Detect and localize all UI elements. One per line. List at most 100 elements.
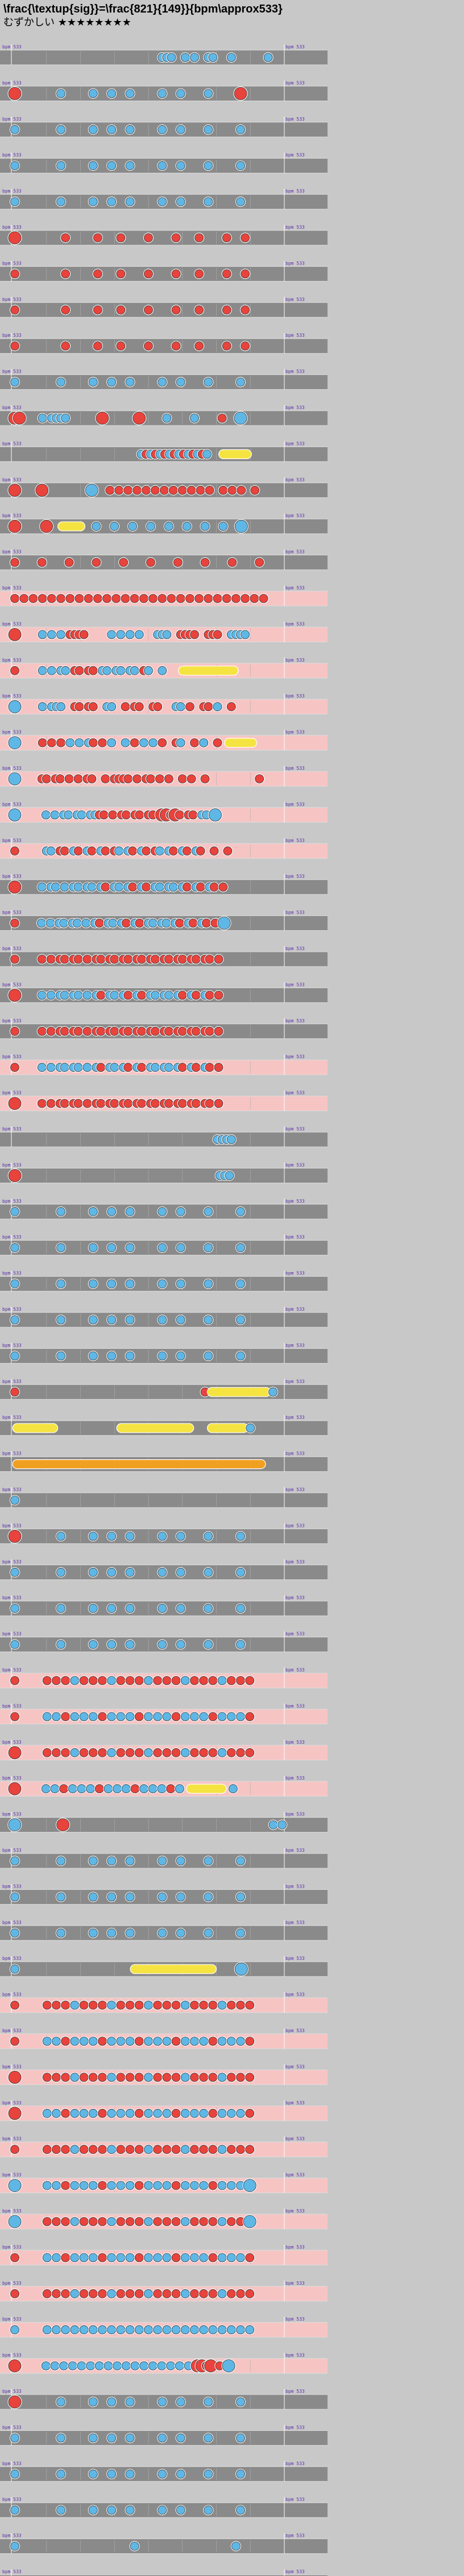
don-note [74,666,84,675]
ka-note [37,918,46,928]
don-note [73,774,83,783]
don-note [134,2000,144,2010]
don-note [61,2108,71,2118]
ka-note [82,990,92,1000]
don-note [52,2073,61,2082]
ka-note [56,2397,65,2406]
measure-label: bpm 533 [2,1559,22,1564]
don-note [177,990,187,1000]
ka-note [199,2325,209,2335]
don-note [153,2289,163,2298]
ka-note [204,1856,213,1865]
don-note [188,810,198,820]
ka-note [107,2145,117,2154]
ka-note [202,449,212,459]
ka-note [56,1279,65,1289]
don-note [79,2217,89,2226]
don-note [227,485,237,495]
don-note [213,630,222,639]
measure-number-label: bpm 533 [285,1667,305,1673]
don-note [191,990,201,1000]
ka-note [77,1784,86,1794]
measure-label: bpm 533 [2,2317,22,2322]
ka-note [110,1063,119,1072]
don-note [164,1026,173,1036]
ka-note [162,414,172,423]
measure-label: bpm 533 [2,658,22,663]
ka-note [107,1676,117,1685]
measure-label: bpm 533 [2,2208,22,2214]
ka-note [56,1604,65,1613]
drumroll-note [206,1423,248,1433]
don-note [125,2000,135,2010]
ka-note [37,882,47,892]
don-note [171,233,181,242]
don-note [38,594,47,603]
ka-note [70,2073,80,2082]
ka-note [125,1207,135,1216]
measure-number-label: bpm 533 [285,44,305,49]
measure-label: bpm 533 [2,2281,22,2286]
ka-note [88,2505,98,2515]
don-note [88,2000,98,2010]
measure-number-label: bpm 533 [285,1162,305,1167]
ka-note [56,377,65,387]
ka-note [236,2325,245,2335]
big-don-note [8,2107,22,2120]
ka-note [158,125,167,134]
ka-note [176,197,185,207]
don-note [191,955,201,964]
measure-label: bpm 533 [2,2569,22,2574]
ka-note [217,2000,227,2010]
big-don-note [8,1097,22,1110]
ka-note [228,1784,238,1794]
big-ka-note [8,736,22,749]
measure-number-label: bpm 533 [285,2425,305,2430]
ka-note [236,197,245,207]
ka-note [125,1567,135,1577]
don-note [241,341,250,351]
ka-note [107,2325,117,2335]
ka-note [42,2108,52,2118]
don-note [98,1712,107,1722]
ka-note [107,89,117,98]
don-note [245,1748,255,1757]
don-note [204,702,213,712]
measure-label: bpm 533 [2,297,22,302]
ka-note [158,1279,167,1289]
ka-note [236,2108,245,2118]
don-note [123,485,133,495]
ka-note [176,1531,185,1541]
don-note [105,485,115,495]
ka-note [56,89,65,98]
don-note [101,846,110,856]
don-note [116,1676,126,1685]
measure-label: bpm 533 [2,2533,22,2538]
don-note [222,269,231,279]
ka-note [199,738,209,748]
big-don-note [40,519,53,533]
measure-number-label: bpm 533 [285,693,305,699]
don-note [162,1748,172,1757]
ka-note [10,1243,19,1253]
don-note [60,955,69,964]
ka-note [226,53,236,62]
ka-note [236,161,245,171]
ka-note [125,2469,135,2479]
ka-note [176,1892,185,1902]
ka-note [158,377,167,387]
don-note [214,990,223,1000]
don-note [218,485,228,495]
don-note [190,2000,199,2010]
measure-number-label: bpm 533 [285,2028,305,2033]
don-note [236,2073,245,2082]
ka-note [10,1928,19,1938]
ka-note [158,197,167,207]
ka-note [162,2181,172,2190]
measure-number-label: bpm 533 [285,1199,305,1204]
don-note [185,702,194,712]
ka-note [88,125,98,134]
measure-number-label: bpm 533 [285,513,305,518]
don-note [255,558,264,567]
ka-note [190,2325,199,2335]
